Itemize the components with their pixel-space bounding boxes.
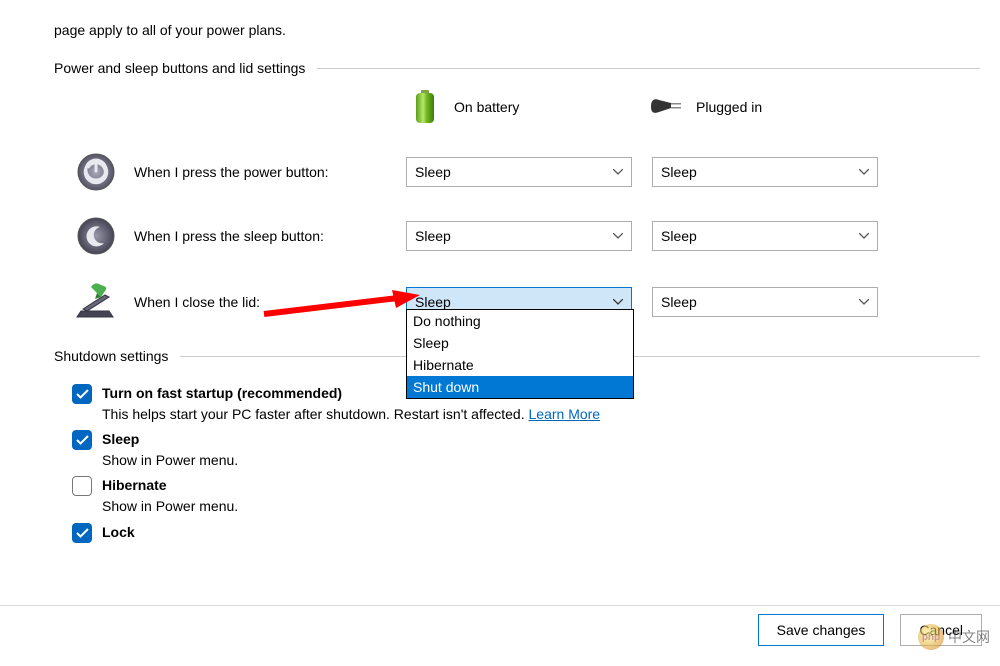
- moon-icon: [74, 214, 118, 258]
- dropdown-sleep-battery[interactable]: Sleep: [406, 221, 632, 251]
- column-header-battery-label: On battery: [454, 99, 519, 115]
- section-header-shutdown-label: Shutdown settings: [54, 348, 168, 364]
- section-header-power-lid-label: Power and sleep buttons and lid settings: [54, 60, 305, 76]
- divider: [0, 605, 1000, 606]
- checkbox-fast-startup[interactable]: [72, 384, 92, 404]
- column-headers: On battery Plugged in: [406, 88, 890, 126]
- row-close-lid-label: When I close the lid:: [134, 294, 406, 310]
- dropdown-sleep-plugged[interactable]: Sleep: [652, 221, 878, 251]
- intro-text: page apply to all of your power plans.: [54, 22, 286, 38]
- dropdown-value: Sleep: [661, 228, 697, 244]
- battery-icon: [406, 88, 444, 126]
- laptop-close-icon: [74, 280, 118, 324]
- dropdown-value: Sleep: [415, 294, 451, 310]
- chevron-down-icon: [859, 233, 869, 239]
- chevron-down-icon: [613, 169, 623, 175]
- dropdown-option[interactable]: Hibernate: [407, 354, 633, 376]
- save-changes-button[interactable]: Save changes: [758, 614, 885, 646]
- checkbox-item-hibernate: Hibernate Show in Power menu.: [72, 476, 600, 516]
- checkbox-item-lock: Lock: [72, 523, 600, 543]
- checkbox-label: Hibernate: [102, 477, 167, 493]
- checkbox-label: Sleep: [102, 431, 139, 447]
- section-header-power-lid: Power and sleep buttons and lid settings: [54, 60, 980, 76]
- column-header-plugged: Plugged in: [648, 88, 890, 126]
- checkbox-hibernate[interactable]: [72, 476, 92, 496]
- checkbox-sleep[interactable]: [72, 430, 92, 450]
- button-bar: Save changes Cancel: [742, 614, 982, 646]
- checkbox-label: Turn on fast startup (recommended): [102, 385, 342, 401]
- dropdown-value: Sleep: [415, 164, 451, 180]
- divider: [317, 68, 980, 69]
- chevron-down-icon: [613, 233, 623, 239]
- checkbox-lock[interactable]: [72, 523, 92, 543]
- dropdown-value: Sleep: [661, 164, 697, 180]
- dropdown-value: Sleep: [661, 294, 697, 310]
- dropdown-lid-battery-list[interactable]: Do nothing Sleep Hibernate Shut down: [406, 309, 634, 399]
- dropdown-power-battery[interactable]: Sleep: [406, 157, 632, 187]
- column-header-battery: On battery: [406, 88, 648, 126]
- row-sleep-button-label: When I press the sleep button:: [134, 228, 406, 244]
- cancel-button[interactable]: Cancel: [900, 614, 982, 646]
- dropdown-lid-plugged[interactable]: Sleep: [652, 287, 878, 317]
- row-sleep-button: When I press the sleep button: Sleep Sle…: [74, 214, 898, 258]
- dropdown-power-plugged[interactable]: Sleep: [652, 157, 878, 187]
- column-header-plugged-label: Plugged in: [696, 99, 762, 115]
- dropdown-option[interactable]: Do nothing: [407, 310, 633, 332]
- checkbox-desc: Show in Power menu.: [102, 497, 238, 517]
- dropdown-value: Sleep: [415, 228, 451, 244]
- power-icon: [74, 150, 118, 194]
- row-power-button-label: When I press the power button:: [134, 164, 406, 180]
- row-power-button: When I press the power button: Sleep Sle…: [74, 150, 898, 194]
- checkbox-desc: This helps start your PC faster after sh…: [102, 406, 529, 422]
- dropdown-option[interactable]: Shut down: [407, 376, 633, 398]
- checkbox-desc: Show in Power menu.: [102, 451, 238, 471]
- plug-icon: [648, 88, 686, 126]
- shutdown-settings-list: Turn on fast startup (recommended) This …: [72, 384, 600, 549]
- dropdown-option[interactable]: Sleep: [407, 332, 633, 354]
- checkbox-label: Lock: [102, 524, 135, 540]
- chevron-down-icon: [613, 299, 623, 305]
- chevron-down-icon: [859, 299, 869, 305]
- learn-more-link[interactable]: Learn More: [529, 406, 601, 422]
- checkbox-item-sleep: Sleep Show in Power menu.: [72, 430, 600, 470]
- chevron-down-icon: [859, 169, 869, 175]
